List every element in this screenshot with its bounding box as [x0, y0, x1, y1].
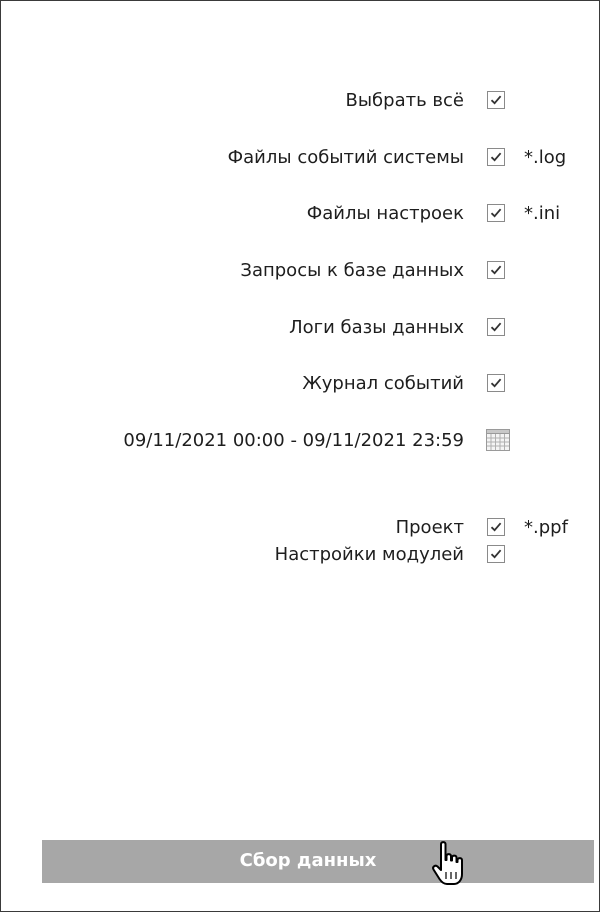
hand-pointer-cursor-icon: [432, 841, 463, 885]
checkbox-database-logs[interactable]: [487, 318, 505, 336]
option-row-database-logs: Логи базы данных: [0, 313, 600, 343]
checkmark-icon: [490, 208, 502, 218]
checkbox-settings-files[interactable]: [487, 204, 505, 222]
collect-data-button[interactable]: Сбор данных: [42, 840, 594, 883]
option-label-database-queries: Запросы к базе данных: [240, 260, 464, 281]
checkmark-icon: [490, 549, 502, 559]
file-extension-ppf: *.ppf: [524, 517, 568, 538]
checkbox-module-settings[interactable]: [487, 545, 505, 563]
file-extension-log: *.log: [524, 147, 567, 168]
calendar-icon[interactable]: [484, 426, 512, 454]
date-range-row: 09/11/2021 00:00 - 09/11/2021 23:59: [0, 426, 600, 456]
option-row-module-settings: Настройки модулей: [0, 540, 600, 570]
date-range-text[interactable]: 09/11/2021 00:00 - 09/11/2021 23:59: [123, 429, 464, 453]
checkmark-icon: [490, 152, 502, 162]
checkbox-database-queries[interactable]: [487, 261, 505, 279]
checkbox-select-all[interactable]: [487, 91, 505, 109]
checkmark-icon: [490, 378, 502, 388]
option-row-project: Проект *.ppf: [0, 513, 600, 543]
option-label-system-event-files: Файлы событий системы: [227, 147, 464, 168]
checkbox-project[interactable]: [487, 518, 505, 536]
dialog-panel: [0, 0, 600, 912]
option-label-event-journal: Журнал событий: [302, 373, 464, 394]
checkmark-icon: [490, 522, 502, 532]
option-label-settings-files: Файлы настроек: [306, 203, 464, 224]
option-row-event-journal: Журнал событий: [0, 369, 600, 399]
option-label-project: Проект: [395, 517, 464, 538]
option-label-database-logs: Логи базы данных: [289, 317, 464, 338]
option-label-module-settings: Настройки модулей: [274, 544, 464, 565]
option-row-select-all: Выбрать всё: [0, 86, 600, 116]
checkmark-icon: [490, 95, 502, 105]
checkmark-icon: [490, 265, 502, 275]
file-extension-ini: *.ini: [524, 203, 561, 224]
option-label-select-all: Выбрать всё: [345, 90, 464, 111]
checkbox-system-event-files[interactable]: [487, 148, 505, 166]
checkmark-icon: [490, 322, 502, 332]
option-row-settings-files: Файлы настроек *.ini: [0, 199, 600, 229]
collect-data-button-label: Сбор данных: [239, 850, 377, 871]
option-row-database-queries: Запросы к базе данных: [0, 256, 600, 286]
option-row-system-event-files: Файлы событий системы *.log: [0, 143, 600, 173]
checkbox-event-journal[interactable]: [487, 374, 505, 392]
